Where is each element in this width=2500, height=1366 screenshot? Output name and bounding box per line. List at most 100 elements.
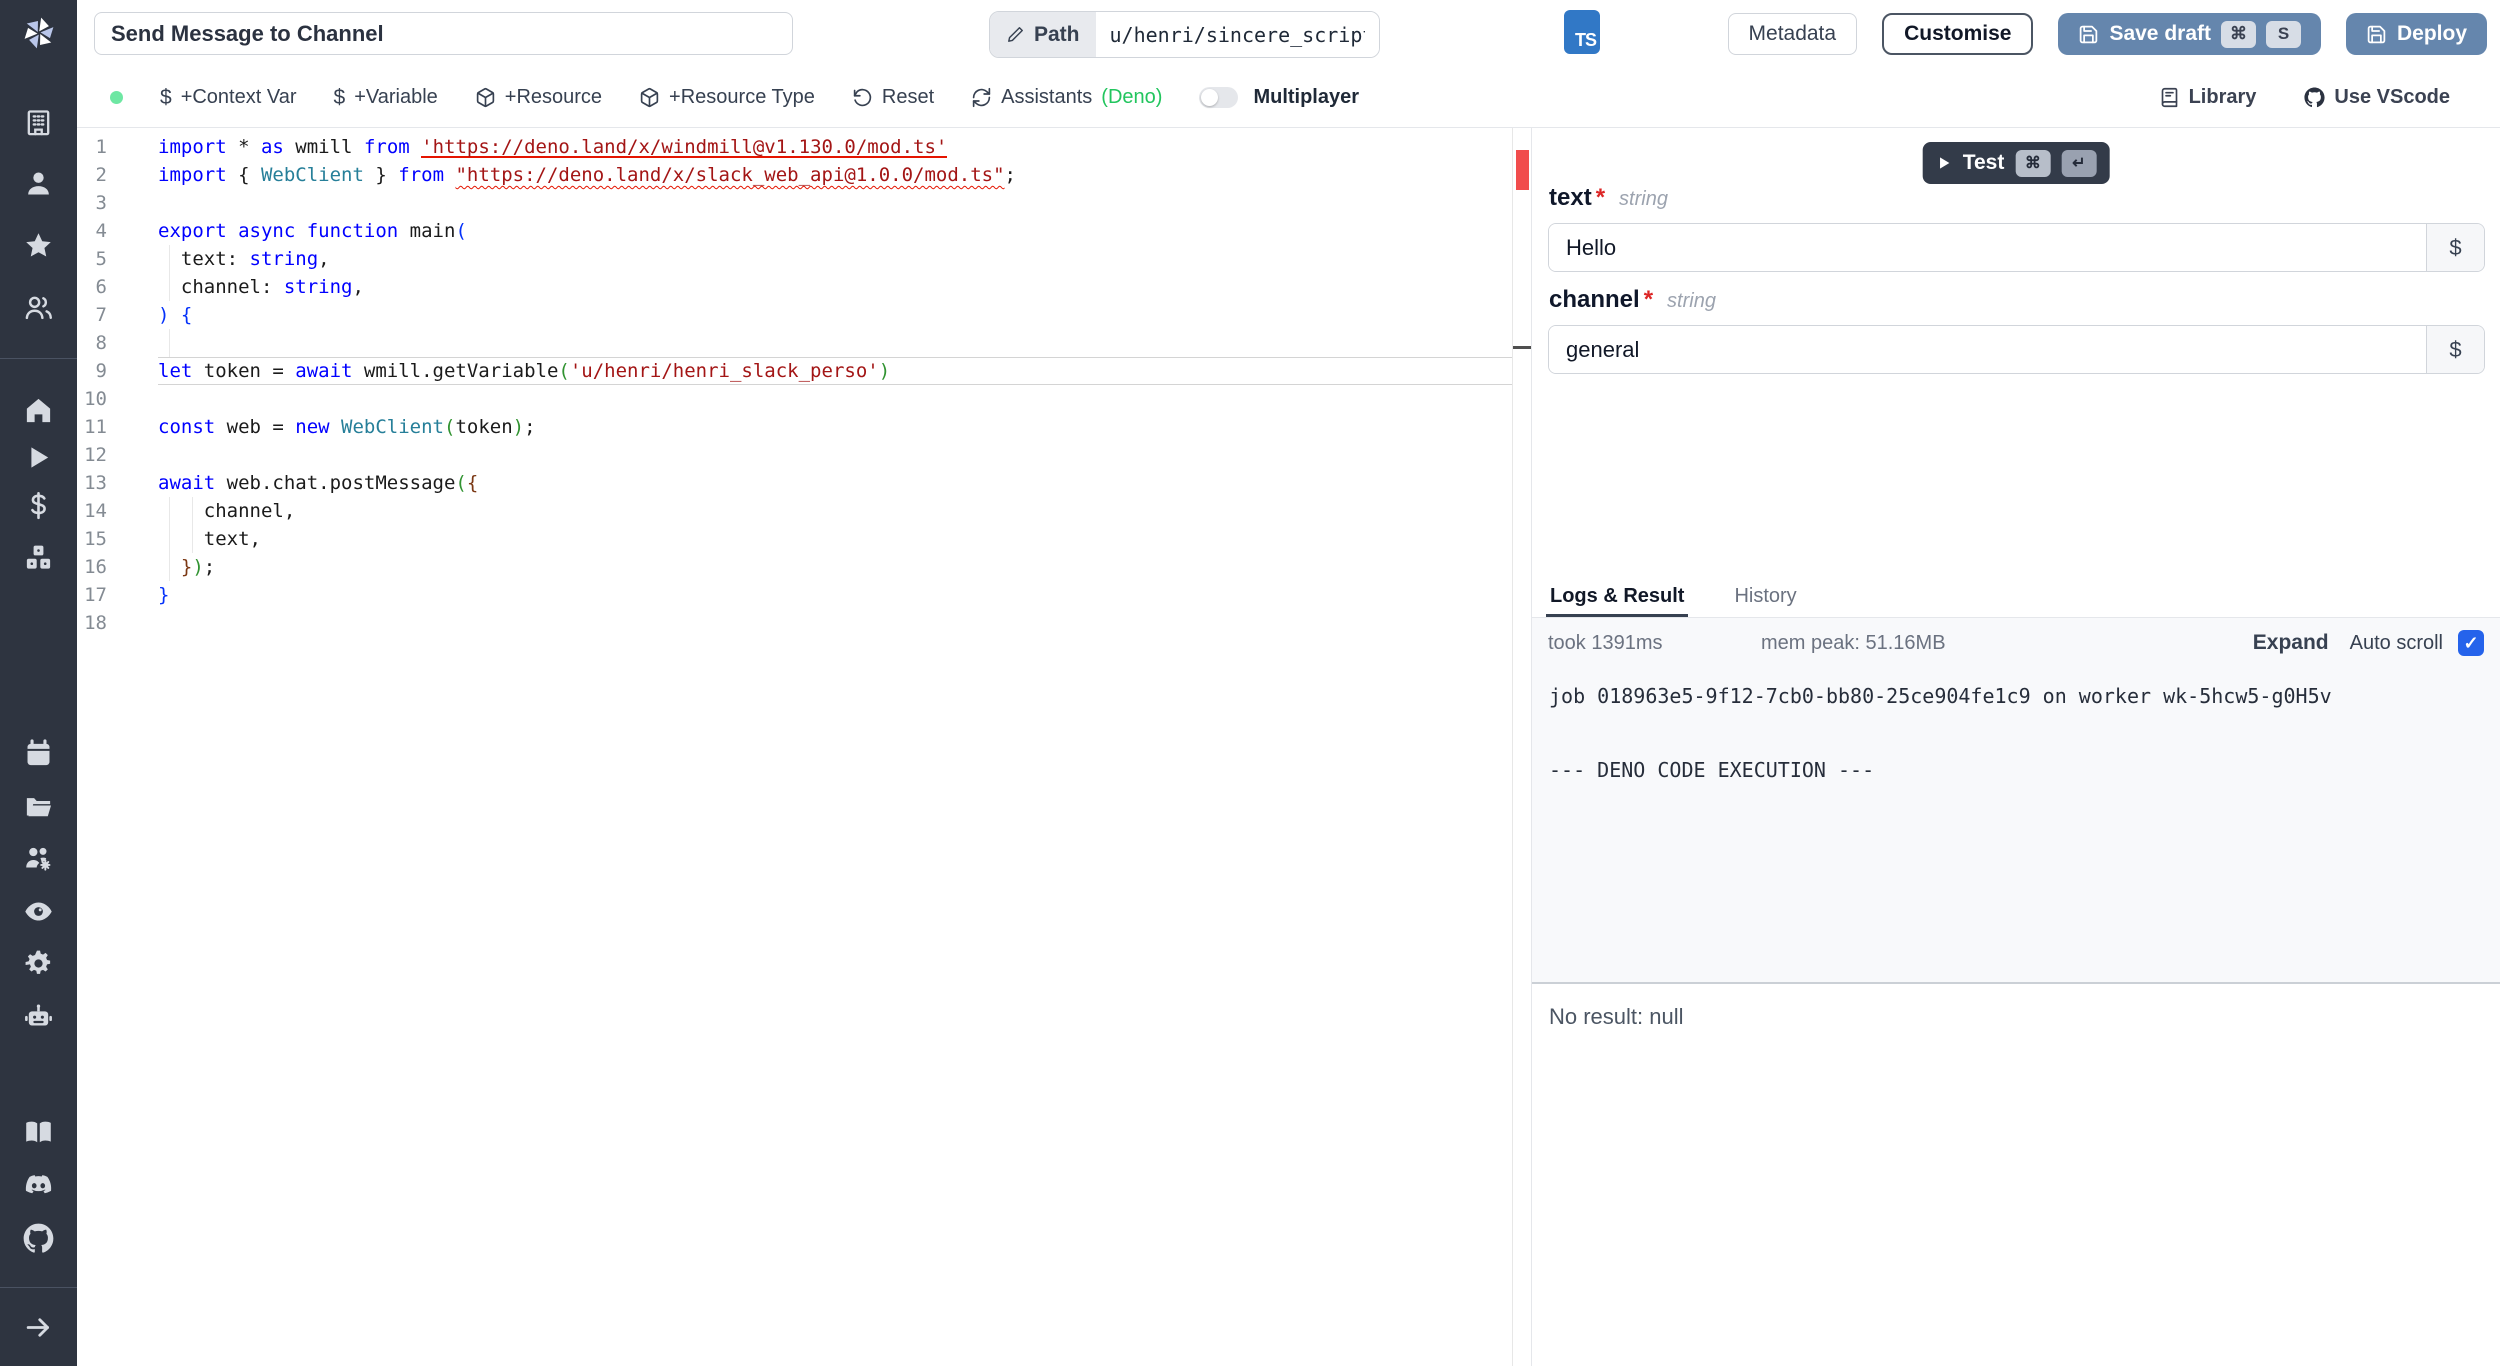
users-icon	[23, 292, 54, 323]
add-context-var-button[interactable]: $ +Context Var	[160, 86, 297, 110]
line-number: 10	[84, 388, 107, 410]
vscode-button[interactable]: Use VScode	[2304, 86, 2450, 109]
expand-button[interactable]: Expand	[2247, 630, 2335, 656]
kbd-enter: ↵	[2061, 149, 2097, 177]
field-channel: $	[1548, 325, 2485, 374]
editor-toolbar: $ +Context Var $ +Variable +Resource +Re…	[77, 68, 2500, 128]
script-title-input[interactable]	[94, 12, 793, 55]
duration-text: took 1391ms	[1548, 631, 1663, 654]
arrow-right-icon	[23, 1312, 54, 1343]
autoscroll-checkbox[interactable]	[2458, 630, 2484, 656]
save-draft-button[interactable]: Save draft ⌘ S	[2058, 13, 2321, 55]
overview-ruler[interactable]	[1512, 128, 1531, 1366]
code-line[interactable]: 15 text,	[77, 525, 1513, 553]
deploy-label: Deploy	[2396, 22, 2467, 45]
kbd-cmd: ⌘	[2220, 20, 2256, 48]
test-button[interactable]: Test ⌘ ↵	[1922, 142, 2110, 184]
logs-header: took 1391ms mem peak: 51.16MB Expand Aut…	[1532, 618, 2500, 668]
folder-open-icon	[23, 791, 54, 822]
sidebar-item-arrow-right[interactable]	[0, 1310, 77, 1344]
field-label-text: text * string	[1549, 184, 1668, 211]
sidebar-item-github[interactable]	[0, 1221, 77, 1255]
assistants-button[interactable]: Assistants (Deno)	[971, 86, 1162, 109]
code-line[interactable]: 2 import { WebClient } from "https://deno…	[77, 161, 1513, 189]
insert-variable-button[interactable]: $	[2426, 224, 2484, 271]
cursor-marker	[1513, 346, 1531, 349]
dollar-icon: $	[333, 85, 346, 109]
multiplayer-label: Multiplayer	[1253, 86, 1360, 108]
code-line[interactable]: 12	[77, 441, 1513, 469]
sidebar-item-workers[interactable]	[0, 841, 77, 875]
channel-field-input[interactable]	[1549, 326, 2426, 373]
save-draft-label: Save draft	[2109, 22, 2211, 45]
assistants-lang: (Deno)	[1101, 86, 1163, 108]
code-line[interactable]: 7) {	[77, 301, 1513, 329]
text-field-input[interactable]	[1549, 224, 2426, 271]
sidebar-item-calendar[interactable]	[0, 736, 77, 770]
sidebar-item-settings-gear[interactable]	[0, 946, 77, 980]
add-resource-button[interactable]: +Resource	[475, 86, 602, 109]
field-text: $	[1548, 223, 2485, 272]
sidebar-item-robot[interactable]	[0, 999, 77, 1033]
sidebar-item-boxes[interactable]	[0, 540, 77, 574]
sidebar-item-play[interactable]	[0, 440, 77, 474]
code-line[interactable]: 11 const web = new WebClient(token);	[77, 413, 1513, 441]
run-panel: Test ⌘ ↵ text* string $ channel* string …	[1531, 128, 2500, 1366]
package-icon	[639, 87, 660, 108]
log-line: job 018963e5-9f12-7cb0-bb80-25ce904fe1c9…	[1549, 684, 2332, 708]
code-line[interactable]: 6 channel: string,	[77, 273, 1513, 301]
line-number: 7	[95, 304, 107, 326]
code-line[interactable]: 3	[77, 189, 1513, 217]
sidebar-item-users[interactable]	[0, 290, 77, 324]
star-icon	[23, 230, 54, 261]
path-label: Path	[1034, 22, 1080, 46]
reset-button[interactable]: Reset	[852, 86, 934, 109]
add-variable-button[interactable]: $ +Variable	[334, 86, 438, 110]
sidebar-item-star[interactable]	[0, 228, 77, 262]
line-number: 5	[95, 248, 107, 270]
code-line[interactable]: 4 export async function main(	[77, 217, 1513, 245]
add-resource-type-button[interactable]: +Resource Type	[639, 86, 815, 109]
sidebar-item-eye[interactable]	[0, 894, 77, 928]
sidebar-item-home[interactable]	[0, 393, 77, 427]
code-line[interactable]: 17}	[77, 581, 1513, 609]
path-input[interactable]	[1095, 12, 1379, 57]
code-line[interactable]: 9 let token = await wmill.getVariable('u/…	[77, 357, 1513, 385]
customise-button[interactable]: Customise	[1882, 13, 2034, 55]
code-line[interactable]: 16 });	[77, 553, 1513, 581]
line-number: 11	[84, 416, 107, 438]
code-editor[interactable]: 1 import * as wmill from 'https://deno.la…	[77, 128, 1531, 1366]
multiplayer-toggle[interactable]	[1199, 87, 1239, 108]
code-line[interactable]: 5 text: string,	[77, 245, 1513, 273]
code-line[interactable]: 10	[77, 385, 1513, 413]
deploy-button[interactable]: Deploy	[2345, 13, 2487, 55]
logs-panel: took 1391ms mem peak: 51.16MB Expand Aut…	[1532, 618, 2500, 984]
line-number: 18	[84, 612, 107, 634]
line-number: 6	[95, 276, 107, 298]
code-line[interactable]: 1 import * as wmill from 'https://deno.la…	[77, 133, 1513, 161]
library-button[interactable]: Library	[2159, 86, 2256, 109]
workers-icon	[23, 843, 54, 874]
mem-peak-text: mem peak: 51.16MB	[1761, 631, 1946, 654]
path-edit-button[interactable]: Path	[990, 12, 1096, 57]
sidebar-item-dollar[interactable]	[0, 488, 77, 522]
tab-history[interactable]: History	[1730, 585, 1800, 617]
tab-logs-result[interactable]: Logs & Result	[1546, 585, 1689, 617]
code-line[interactable]: 13 await web.chat.postMessage({	[77, 469, 1513, 497]
sidebar-item-discord[interactable]	[0, 1168, 77, 1202]
home-icon	[23, 395, 54, 426]
dollar-icon	[23, 490, 54, 521]
sidebar-item-user[interactable]	[0, 166, 77, 200]
code-line[interactable]: 14 channel,	[77, 497, 1513, 525]
sidebar-item-folder-open[interactable]	[0, 789, 77, 823]
code-line[interactable]: 8	[77, 329, 1513, 357]
dollar-icon: $	[160, 85, 172, 109]
sidebar-item-book-open[interactable]	[0, 1115, 77, 1149]
calendar-icon	[23, 738, 54, 769]
code-line[interactable]: 18	[77, 609, 1513, 637]
play-icon	[1936, 155, 1952, 171]
windmill-logo-icon[interactable]	[0, 10, 77, 56]
sidebar-item-building[interactable]	[0, 105, 77, 139]
insert-variable-button[interactable]: $	[2426, 326, 2484, 373]
metadata-button[interactable]: Metadata	[1727, 13, 1858, 55]
